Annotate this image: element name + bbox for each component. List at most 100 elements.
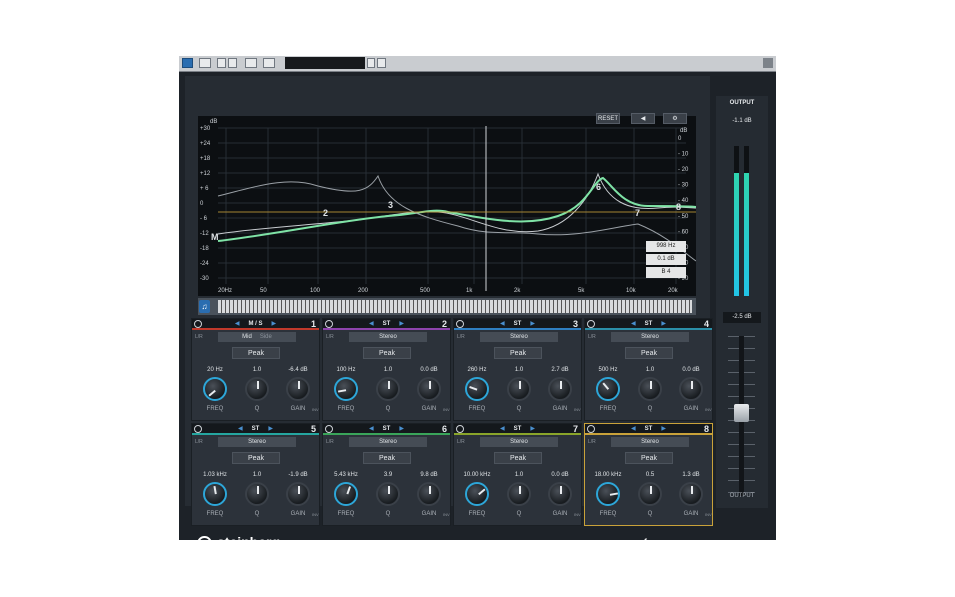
- band-marker-m[interactable]: M: [211, 232, 219, 242]
- prev-mode-icon[interactable]: ◀: [235, 321, 240, 327]
- gain-knob[interactable]: [286, 482, 310, 506]
- next-mode-icon[interactable]: ▶: [272, 321, 277, 327]
- reset-button[interactable]: RESET: [596, 113, 620, 124]
- band-mode[interactable]: ◀ ST ▶: [192, 425, 319, 434]
- next-mode-icon[interactable]: ▶: [530, 426, 535, 432]
- filter-type-select[interactable]: Peak: [494, 347, 542, 359]
- q-knob[interactable]: [245, 482, 269, 506]
- band-mode[interactable]: ◀ ST ▶: [454, 320, 581, 329]
- band-mode[interactable]: ◀ ST ▶: [323, 425, 450, 434]
- output-gain-value[interactable]: -2.5 dB: [723, 312, 761, 323]
- gain-knob[interactable]: [548, 482, 572, 506]
- band-marker-7[interactable]: 7: [635, 208, 640, 218]
- piano-keyboard[interactable]: ♫: [198, 298, 696, 315]
- q-knob[interactable]: [507, 377, 531, 401]
- band-mode[interactable]: ◀ ST ▶: [585, 425, 712, 434]
- freq-knob[interactable]: [203, 377, 227, 401]
- filter-type-select[interactable]: Peak: [625, 452, 673, 464]
- band-marker-3[interactable]: 3: [388, 200, 393, 210]
- invert-button[interactable]: INV: [705, 407, 712, 412]
- freq-knob[interactable]: [596, 377, 620, 401]
- filter-type-select[interactable]: Peak: [363, 452, 411, 464]
- gain-knob[interactable]: [417, 377, 441, 401]
- prev-mode-icon[interactable]: ◀: [631, 321, 636, 327]
- band-lr-label[interactable]: L/R: [326, 439, 334, 445]
- band-side-option[interactable]: Side: [260, 334, 272, 340]
- band-channel-select[interactable]: Stereo: [349, 437, 427, 447]
- preset-menu-button[interactable]: [377, 58, 386, 68]
- toolbar-button-2[interactable]: [217, 58, 226, 68]
- band-lr-label[interactable]: L/R: [457, 439, 465, 445]
- invert-button[interactable]: INV: [312, 407, 319, 412]
- band-marker-8[interactable]: 8: [676, 202, 681, 212]
- speaker-icon[interactable]: ◀: [631, 113, 655, 124]
- piano-keys[interactable]: [218, 300, 692, 313]
- next-mode-icon[interactable]: ▶: [399, 321, 404, 327]
- band-lr-label[interactable]: L/R: [588, 439, 596, 445]
- prev-mode-icon[interactable]: ◀: [369, 321, 374, 327]
- band-channel-select[interactable]: Mid Side: [218, 332, 296, 342]
- q-knob[interactable]: [638, 482, 662, 506]
- band-mode[interactable]: ◀ M / S ▶: [192, 320, 319, 329]
- gain-knob[interactable]: [679, 377, 703, 401]
- band-mode[interactable]: ◀ ST ▶: [585, 320, 712, 329]
- invert-button[interactable]: INV: [443, 512, 450, 517]
- prev-mode-icon[interactable]: ◀: [631, 426, 636, 432]
- freq-knob[interactable]: [465, 377, 489, 401]
- filter-type-select[interactable]: Peak: [494, 452, 542, 464]
- filter-type-select[interactable]: Peak: [625, 347, 673, 359]
- next-mode-icon[interactable]: ▶: [661, 426, 666, 432]
- gain-knob[interactable]: [548, 377, 572, 401]
- prev-mode-icon[interactable]: ◀: [500, 426, 505, 432]
- toolbar-button-1[interactable]: [199, 58, 211, 68]
- next-mode-icon[interactable]: ▶: [268, 426, 273, 432]
- q-knob[interactable]: [507, 482, 531, 506]
- invert-button[interactable]: INV: [705, 512, 712, 517]
- freq-knob[interactable]: [334, 377, 358, 401]
- freq-knob[interactable]: [465, 482, 489, 506]
- filter-type-select[interactable]: Peak: [232, 347, 280, 359]
- eq-graph[interactable]: +30 +24 +18 +12 + 6 0 - 6 -12 -18 -24 -30 dB 0 - 10 - …: [198, 116, 697, 296]
- band-channel-select[interactable]: Stereo: [218, 437, 296, 447]
- next-mode-icon[interactable]: ▶: [661, 321, 666, 327]
- toolbar-button-3[interactable]: [228, 58, 237, 68]
- keyboard-icon[interactable]: ♫: [199, 300, 210, 313]
- band-lr-label[interactable]: L/R: [195, 334, 203, 340]
- band-channel-select[interactable]: Stereo: [611, 332, 689, 342]
- prev-mode-icon[interactable]: ◀: [500, 321, 505, 327]
- gain-knob[interactable]: [679, 482, 703, 506]
- filter-type-select[interactable]: Peak: [232, 452, 280, 464]
- prev-mode-icon[interactable]: ◀: [369, 426, 374, 432]
- band-marker-2[interactable]: 2: [323, 208, 328, 218]
- band-mode[interactable]: ◀ ST ▶: [323, 320, 450, 329]
- q-knob[interactable]: [638, 377, 662, 401]
- freq-knob[interactable]: [596, 482, 620, 506]
- invert-button[interactable]: INV: [574, 512, 581, 517]
- band-lr-label[interactable]: L/R: [195, 439, 203, 445]
- band-marker-6[interactable]: 6: [596, 182, 601, 192]
- gear-icon[interactable]: ⚙: [663, 113, 687, 124]
- q-knob[interactable]: [376, 482, 400, 506]
- band-lr-label[interactable]: L/R: [588, 334, 596, 340]
- freq-knob[interactable]: [203, 482, 227, 506]
- band-channel-select[interactable]: Stereo: [611, 437, 689, 447]
- power-toggle-button[interactable]: [182, 58, 193, 68]
- band-channel-select[interactable]: Stereo: [480, 437, 558, 447]
- toolbar-button-5[interactable]: [263, 58, 275, 68]
- band-lr-label[interactable]: L/R: [326, 334, 334, 340]
- q-knob[interactable]: [245, 377, 269, 401]
- q-knob[interactable]: [376, 377, 400, 401]
- band-lr-label[interactable]: L/R: [457, 334, 465, 340]
- close-icon[interactable]: [763, 58, 773, 68]
- next-mode-icon[interactable]: ▶: [530, 321, 535, 327]
- freq-knob[interactable]: [334, 482, 358, 506]
- filter-type-select[interactable]: Peak: [363, 347, 411, 359]
- output-fader-handle[interactable]: [734, 404, 749, 422]
- prev-mode-icon[interactable]: ◀: [238, 426, 243, 432]
- invert-button[interactable]: INV: [443, 407, 450, 412]
- band-channel-select[interactable]: Stereo: [480, 332, 558, 342]
- toolbar-button-4[interactable]: [245, 58, 257, 68]
- next-mode-icon[interactable]: ▶: [399, 426, 404, 432]
- preset-field[interactable]: [285, 57, 365, 69]
- band-mode[interactable]: ◀ ST ▶: [454, 425, 581, 434]
